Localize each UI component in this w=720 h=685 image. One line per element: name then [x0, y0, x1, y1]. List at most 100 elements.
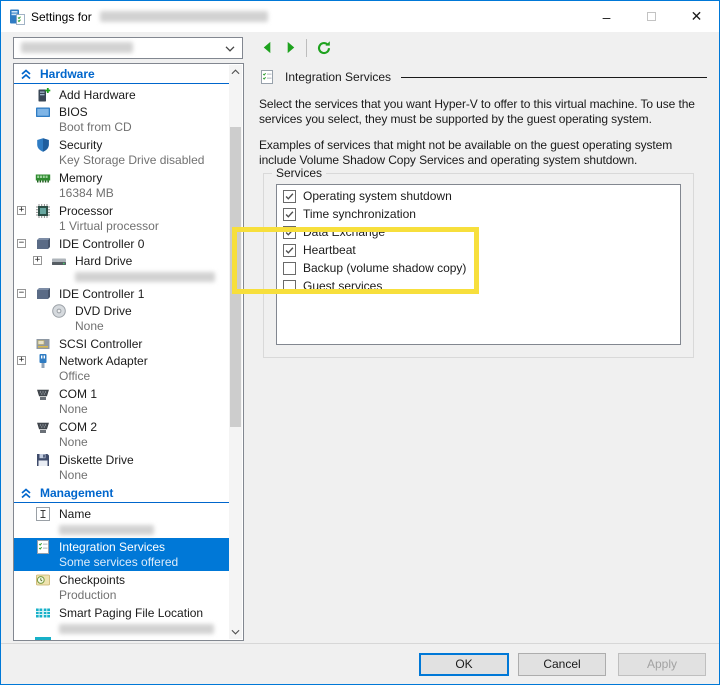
- scrollbar-thumb[interactable]: [230, 127, 241, 427]
- minimize-button[interactable]: –: [584, 1, 629, 32]
- sidebar-item-diskette-drive[interactable]: Diskette Drive: [14, 451, 229, 468]
- refresh-button[interactable]: [313, 37, 335, 59]
- expand-plus-icon[interactable]: +: [33, 256, 42, 265]
- sidebar-item-subtitle: [14, 269, 229, 285]
- redacted-text: [59, 624, 214, 634]
- sidebar-item-memory[interactable]: Memory: [14, 169, 229, 186]
- chevron-down-icon: [225, 46, 235, 52]
- service-row-data-exchange[interactable]: Data Exchange: [277, 223, 680, 241]
- sidebar-item-subtitle: None: [14, 435, 229, 451]
- sidebar-item-com1[interactable]: COM 1: [14, 385, 229, 402]
- hyperv-settings-icon: [9, 9, 25, 25]
- expand-minus-icon[interactable]: −: [17, 239, 26, 248]
- diskette-icon: [35, 452, 51, 468]
- collapse-chevron-icon[interactable]: [20, 487, 32, 499]
- expand-plus-icon[interactable]: +: [17, 356, 26, 365]
- sidebar-section-hardware[interactable]: Hardware: [14, 65, 229, 84]
- smart-paging-icon: [35, 605, 51, 621]
- sidebar-item-subtitle: None: [14, 319, 229, 335]
- close-button[interactable]: ✕: [674, 1, 719, 32]
- com-port-icon: [35, 419, 51, 435]
- sidebar-section-management[interactable]: Management: [14, 484, 229, 503]
- redacted-text: [75, 272, 215, 282]
- service-row-os-shutdown[interactable]: Operating system shutdown: [277, 187, 680, 205]
- integration-services-panel: Integration Services Select the services…: [251, 63, 709, 641]
- sidebar-item-scsi-controller[interactable]: SCSI Controller: [14, 335, 229, 352]
- collapse-chevron-icon[interactable]: [20, 68, 32, 80]
- sidebar-item-subtitle: Office: [14, 369, 229, 385]
- checkbox-icon[interactable]: [283, 280, 296, 293]
- sidebar-item-checkpoints[interactable]: Checkpoints: [14, 571, 229, 588]
- expand-plus-icon[interactable]: +: [17, 206, 26, 215]
- services-list[interactable]: Operating system shutdown Time synchroni…: [276, 184, 681, 345]
- redacted-vm-name: [100, 11, 268, 22]
- sidebar-item-ide-controller-1[interactable]: − IDE Controller 1: [14, 285, 229, 302]
- sidebar-item-dvd-drive[interactable]: DVD Drive: [14, 302, 229, 319]
- settings-nav-list: Hardware Add Hardware BIOS Boot from CD …: [13, 63, 244, 641]
- checkbox-icon[interactable]: [283, 226, 296, 239]
- dvd-disc-icon: [51, 303, 67, 319]
- checkbox-icon[interactable]: [283, 190, 296, 203]
- service-row-guest-services[interactable]: Guest services: [277, 277, 680, 295]
- navigate-back-button[interactable]: [256, 37, 278, 59]
- sidebar-item-bios[interactable]: BIOS: [14, 103, 229, 120]
- ide-controller-icon: [35, 286, 51, 302]
- ide-controller-icon: [35, 236, 51, 252]
- service-row-time-sync[interactable]: Time synchronization: [277, 205, 680, 223]
- sidebar-item-subtitle: [14, 522, 229, 538]
- checkbox-icon[interactable]: [283, 262, 296, 275]
- footer-divider: [1, 643, 719, 644]
- sidebar-item-com2[interactable]: COM 2: [14, 418, 229, 435]
- titlebar[interactable]: Settings for – ✕: [1, 1, 719, 32]
- sidebar-item-partial: [14, 637, 229, 641]
- sidebar-item-subtitle: Boot from CD: [14, 120, 229, 136]
- service-row-heartbeat[interactable]: Heartbeat: [277, 241, 680, 259]
- sidebar-scrollbar[interactable]: [229, 65, 242, 639]
- bios-icon: [35, 104, 51, 120]
- sidebar-item-smart-paging[interactable]: Smart Paging File Location: [14, 604, 229, 621]
- sidebar-item-subtitle: None: [14, 468, 229, 484]
- sidebar-item-security[interactable]: Security: [14, 136, 229, 153]
- scroll-down-icon[interactable]: [229, 625, 242, 639]
- panel-description-1: Select the services that you want Hyper-…: [259, 97, 699, 127]
- checkpoints-icon: [35, 572, 51, 588]
- rename-ibeam-icon: [35, 506, 51, 522]
- checkbox-icon[interactable]: [283, 244, 296, 257]
- panel-header: Integration Services: [251, 63, 709, 87]
- com-port-icon: [35, 386, 51, 402]
- section-title: Management: [40, 486, 113, 500]
- checkbox-icon[interactable]: [283, 208, 296, 221]
- sidebar-item-subtitle: Production: [14, 588, 229, 604]
- apply-button: Apply: [618, 653, 706, 676]
- partial-icon: [35, 637, 51, 641]
- processor-icon: [35, 203, 51, 219]
- vm-selector-dropdown[interactable]: [13, 37, 243, 59]
- sidebar-item-processor[interactable]: + Processor: [14, 202, 229, 219]
- sidebar-item-subtitle: 16384 MB: [14, 186, 229, 202]
- sidebar-item-name[interactable]: Name: [14, 505, 229, 522]
- add-hardware-icon: [35, 87, 51, 103]
- groupbox-label: Services: [272, 166, 326, 180]
- sidebar-item-integration-services[interactable]: Integration Services Some services offer…: [14, 538, 229, 571]
- sidebar-item-add-hardware[interactable]: Add Hardware: [14, 86, 229, 103]
- service-row-backup[interactable]: Backup (volume shadow copy): [277, 259, 680, 277]
- sidebar-item-ide-controller-0[interactable]: − IDE Controller 0: [14, 235, 229, 252]
- settings-dialog: Settings for – ✕: [0, 0, 720, 685]
- scroll-up-icon[interactable]: [229, 65, 242, 79]
- navigate-forward-button[interactable]: [279, 37, 301, 59]
- sidebar-item-subtitle: Key Storage Drive disabled: [14, 153, 229, 169]
- sidebar-item-network-adapter[interactable]: + Network Adapter: [14, 352, 229, 369]
- shield-icon: [35, 137, 51, 153]
- redacted-vm-name: [21, 42, 133, 53]
- panel-title: Integration Services: [285, 70, 391, 84]
- memory-icon: [35, 170, 51, 186]
- section-title: Hardware: [40, 67, 95, 81]
- integration-services-icon: [259, 69, 275, 85]
- sidebar-item-subtitle: Some services offered: [14, 555, 229, 571]
- expand-minus-icon[interactable]: −: [17, 289, 26, 298]
- toolbar: [1, 32, 719, 63]
- sidebar-item-subtitle: None: [14, 402, 229, 418]
- ok-button[interactable]: OK: [419, 653, 509, 676]
- sidebar-item-hard-drive[interactable]: + Hard Drive: [14, 252, 229, 269]
- cancel-button[interactable]: Cancel: [518, 653, 606, 676]
